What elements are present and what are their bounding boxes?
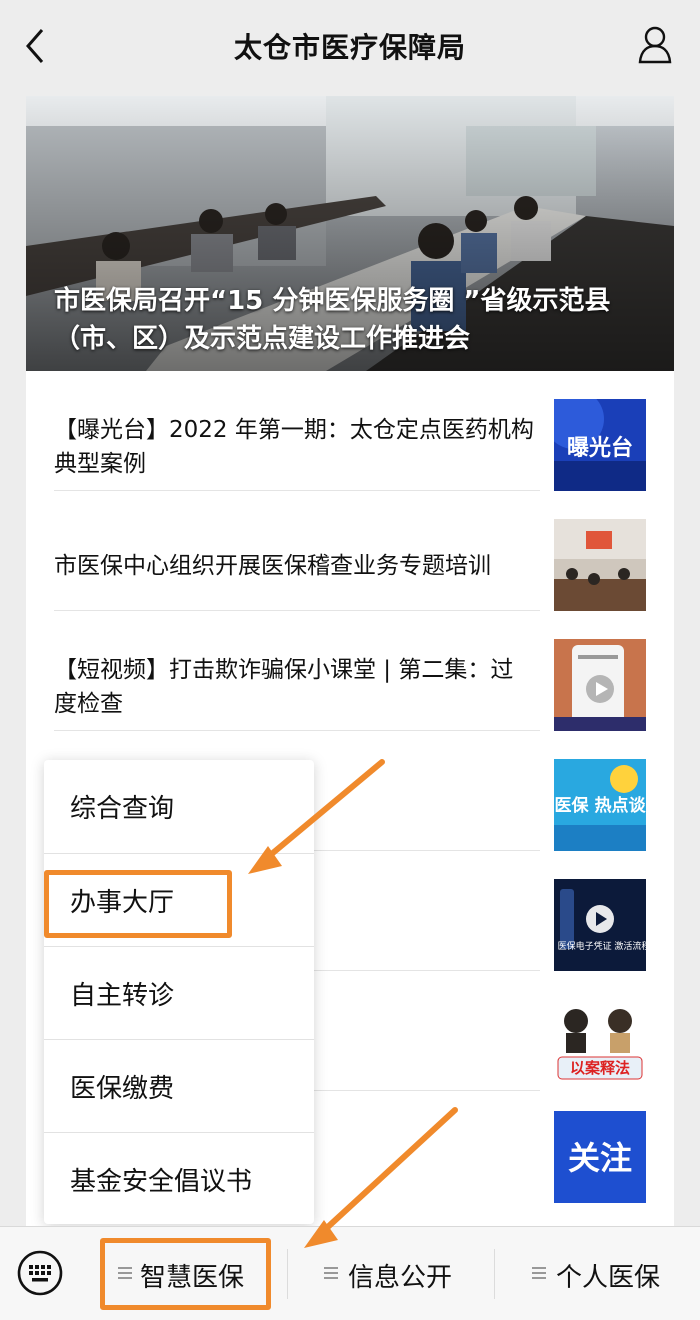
- navigation-bar: 太仓市医疗保障局: [0, 0, 700, 90]
- menu-lines-icon: [532, 1267, 546, 1279]
- menu-lines-icon: [324, 1267, 338, 1279]
- hero-title: 市医保局召开“15 分钟医保服务圈 ”省级示范县（市、区）及示范点建设工作推进会: [54, 286, 611, 354]
- menu-tab-personal-insurance[interactable]: 个人医保: [506, 1227, 696, 1320]
- hero-article[interactable]: 市医保局召开“15 分钟医保服务圈 ”省级示范县（市、区）及示范点建设工作推进会: [26, 96, 674, 371]
- divider: [287, 1249, 288, 1299]
- thumbnail-text: 以案释法: [570, 1059, 630, 1077]
- article-title: 【曝光台】2022 年第一期：太仓定点医药机构典型案例: [54, 417, 534, 477]
- highlight-box-service-hall: [44, 870, 232, 938]
- submenu-item-self-referral[interactable]: 自主转诊: [44, 947, 314, 1040]
- thumbnail-text: 曝光台: [567, 435, 633, 461]
- article-item[interactable]: 市医保中心组织开展医保稽查业务专题培训: [26, 491, 674, 611]
- divider: [494, 1249, 495, 1299]
- article-item[interactable]: 【短视频】打击欺诈骗保小课堂 | 第二集：过度检查: [26, 611, 674, 731]
- article-title: 【短视频】打击欺诈骗保小课堂 | 第二集：过度检查: [54, 657, 514, 717]
- article-thumbnail: 医保电子凭证 激活流程: [554, 879, 646, 971]
- page-title: 太仓市医疗保障局: [233, 31, 466, 64]
- article-title: 市医保中心组织开展医保稽查业务专题培训: [54, 553, 491, 579]
- article-thumbnail: [554, 639, 646, 731]
- article-item[interactable]: 【曝光台】2022 年第一期：太仓定点医药机构典型案例 曝光台: [26, 371, 674, 491]
- article-thumbnail: [554, 519, 646, 611]
- article-thumbnail: 以案释法: [554, 999, 646, 1091]
- submenu-popup: 综合查询 办事大厅 自主转诊 医保缴费 基金安全倡议书: [44, 760, 314, 1224]
- thumbnail-text: 医保 热点谈: [555, 795, 646, 816]
- article-thumbnail: 医保 热点谈: [554, 759, 646, 851]
- thumbnail-text: 医保电子凭证 激活流程: [558, 940, 646, 952]
- keyboard-icon[interactable]: [16, 1249, 64, 1297]
- submenu-item-comprehensive-query[interactable]: 综合查询: [44, 760, 314, 853]
- menu-tab-information-disclosure[interactable]: 信息公开: [300, 1227, 490, 1320]
- article-thumbnail: 曝光台: [554, 399, 646, 491]
- highlight-box-smart-insurance: [100, 1238, 271, 1310]
- menu-tab-label: 信息公开: [348, 1263, 453, 1293]
- submenu-item-fund-safety-proposal[interactable]: 基金安全倡议书: [44, 1133, 314, 1226]
- user-profile-icon[interactable]: [638, 24, 672, 64]
- article-thumbnail: 关注: [554, 1111, 646, 1203]
- menu-tab-label: 个人医保: [556, 1263, 661, 1293]
- thumbnail-text: 关注: [568, 1139, 632, 1177]
- submenu-item-insurance-payment[interactable]: 医保缴费: [44, 1040, 314, 1133]
